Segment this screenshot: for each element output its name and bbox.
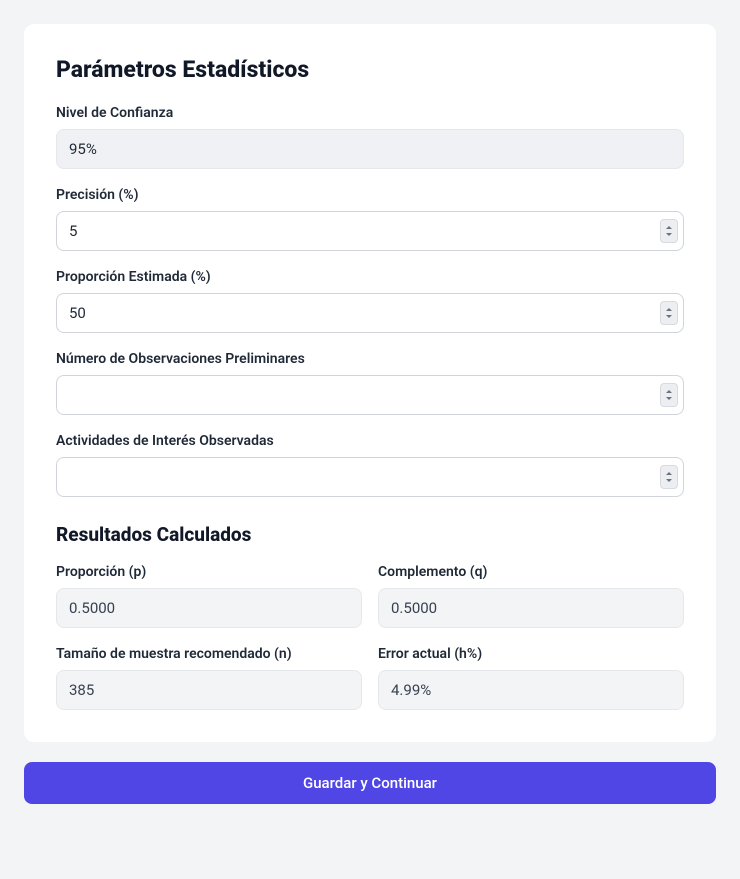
- preliminary-field: Número de Observaciones Preliminares: [56, 351, 684, 415]
- precision-stepper[interactable]: [660, 219, 678, 243]
- precision-input[interactable]: [56, 211, 684, 251]
- result-q-label: Complemento (q): [378, 564, 684, 580]
- chevron-up-icon: [666, 308, 672, 311]
- result-q-value: 0.5000: [378, 588, 684, 628]
- proportion-stepper[interactable]: [660, 301, 678, 325]
- result-h-label: Error actual (h%): [378, 646, 684, 662]
- result-p-label: Proporción (p): [56, 564, 362, 580]
- precision-label: Precisión (%): [56, 187, 684, 203]
- params-card: Parámetros Estadísticos Nivel de Confian…: [24, 24, 716, 742]
- results-grid: Proporción (p) 0.5000 Complemento (q) 0.…: [56, 564, 684, 710]
- activities-label: Actividades de Interés Observadas: [56, 433, 684, 449]
- results-title: Resultados Calculados: [56, 523, 684, 546]
- confidence-value: 95%: [56, 129, 684, 169]
- activities-stepper[interactable]: [660, 465, 678, 489]
- proportion-field: Proporción Estimada (%): [56, 269, 684, 333]
- activities-field: Actividades de Interés Observadas: [56, 433, 684, 497]
- result-p-value: 0.5000: [56, 588, 362, 628]
- proportion-input-wrap: [56, 293, 684, 333]
- chevron-down-icon: [666, 397, 672, 400]
- precision-input-wrap: [56, 211, 684, 251]
- result-n-field: Tamaño de muestra recomendado (n) 385: [56, 646, 362, 710]
- preliminary-label: Número de Observaciones Preliminares: [56, 351, 684, 367]
- chevron-down-icon: [666, 233, 672, 236]
- chevron-up-icon: [666, 390, 672, 393]
- chevron-up-icon: [666, 226, 672, 229]
- result-n-value: 385: [56, 670, 362, 710]
- confidence-field: Nivel de Confianza 95%: [56, 105, 684, 169]
- chevron-up-icon: [666, 472, 672, 475]
- activities-input[interactable]: [56, 457, 684, 497]
- preliminary-input-wrap: [56, 375, 684, 415]
- proportion-label: Proporción Estimada (%): [56, 269, 684, 285]
- result-q-field: Complemento (q) 0.5000: [378, 564, 684, 628]
- proportion-input[interactable]: [56, 293, 684, 333]
- activities-input-wrap: [56, 457, 684, 497]
- params-title: Parámetros Estadísticos: [56, 56, 684, 83]
- chevron-down-icon: [666, 479, 672, 482]
- precision-field: Precisión (%): [56, 187, 684, 251]
- preliminary-input[interactable]: [56, 375, 684, 415]
- preliminary-stepper[interactable]: [660, 383, 678, 407]
- confidence-label: Nivel de Confianza: [56, 105, 684, 121]
- chevron-down-icon: [666, 315, 672, 318]
- result-n-label: Tamaño de muestra recomendado (n): [56, 646, 362, 662]
- result-h-value: 4.99%: [378, 670, 684, 710]
- result-p-field: Proporción (p) 0.5000: [56, 564, 362, 628]
- result-h-field: Error actual (h%) 4.99%: [378, 646, 684, 710]
- save-continue-button[interactable]: Guardar y Continuar: [24, 762, 716, 804]
